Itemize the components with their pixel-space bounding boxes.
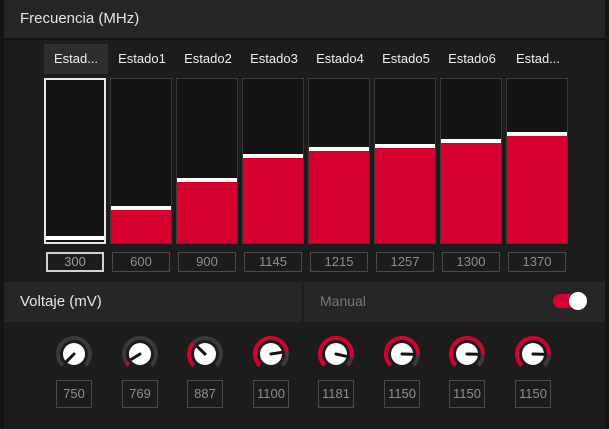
state-label: Estado5 xyxy=(382,51,430,66)
frequency-value-input[interactable]: 1145 xyxy=(244,252,302,272)
voltage-value-input[interactable]: 1100 xyxy=(253,380,289,408)
voltage-knob[interactable] xyxy=(251,334,291,374)
voltage-value-input[interactable]: 1181 xyxy=(318,380,354,408)
frequency-slider[interactable] xyxy=(176,78,238,244)
state-label: Estado3 xyxy=(250,51,298,66)
voltage-value-input[interactable]: 887 xyxy=(187,380,223,408)
knob-dial xyxy=(122,336,158,367)
state-label: Estad... xyxy=(44,44,108,74)
frequency-value-input[interactable]: 300 xyxy=(46,252,104,272)
voltage-knob[interactable] xyxy=(54,334,94,374)
voltage-value-input[interactable]: 769 xyxy=(122,380,158,408)
voltage-value-input[interactable]: 1150 xyxy=(384,380,420,408)
voltage-knob[interactable] xyxy=(513,334,553,374)
voltage-knob[interactable] xyxy=(382,334,422,374)
voltage-knob[interactable] xyxy=(316,334,356,374)
voltage-knob[interactable] xyxy=(447,334,487,374)
frequency-value-input[interactable]: 1370 xyxy=(508,252,566,272)
toggle-knob xyxy=(569,292,587,310)
frequency-value-input[interactable]: 1300 xyxy=(442,252,500,272)
manual-label: Manual xyxy=(320,293,366,309)
knob-dial xyxy=(384,335,420,367)
frequency-slider[interactable] xyxy=(308,78,370,244)
voltage-knob[interactable] xyxy=(120,334,160,374)
state-label: Estado1 xyxy=(118,51,166,66)
frequency-slider[interactable] xyxy=(242,78,304,244)
knob-pointer xyxy=(334,352,348,358)
frequency-slider[interactable] xyxy=(440,78,502,244)
voltage-value-input[interactable]: 750 xyxy=(56,380,92,408)
frequency-title: Frecuencia (MHz) xyxy=(20,10,140,27)
frequency-value-input[interactable]: 900 xyxy=(178,252,236,272)
slider-fill xyxy=(375,148,435,243)
frequency-value-input[interactable]: 600 xyxy=(112,252,170,272)
slider-fill xyxy=(441,143,501,243)
knob-dial xyxy=(449,335,485,367)
frequency-slider[interactable] xyxy=(374,78,436,244)
frequency-slider[interactable] xyxy=(44,78,106,244)
frequency-value-input[interactable]: 1257 xyxy=(376,252,434,272)
voltage-value-input[interactable]: 1150 xyxy=(449,380,485,408)
slider-fill xyxy=(111,210,171,243)
slider-handle[interactable] xyxy=(375,144,435,148)
slider-handle[interactable] xyxy=(309,147,369,151)
slider-fill xyxy=(507,136,567,243)
slider-handle[interactable] xyxy=(507,132,567,136)
state-label: Estado6 xyxy=(448,51,496,66)
knob-dial xyxy=(253,335,289,367)
frequency-value-input[interactable]: 1215 xyxy=(310,252,368,272)
knob-dial xyxy=(515,335,551,367)
knob-pointer xyxy=(269,350,283,356)
frequency-slider[interactable] xyxy=(110,78,172,244)
voltage-value-input[interactable]: 1150 xyxy=(515,380,551,408)
frequency-header: Frecuencia (MHz) xyxy=(4,0,605,40)
voltage-knob[interactable] xyxy=(185,334,225,374)
manual-header: Manual xyxy=(304,282,605,322)
slider-handle[interactable] xyxy=(46,236,104,240)
knob-dial xyxy=(56,336,92,367)
knob-dial xyxy=(318,336,354,367)
state-label: Estado4 xyxy=(316,51,364,66)
knob-active-arc xyxy=(187,341,196,367)
slider-fill xyxy=(309,151,369,243)
state-label: Estad... xyxy=(515,51,561,66)
slider-handle[interactable] xyxy=(441,139,501,143)
slider-handle[interactable] xyxy=(177,178,237,182)
slider-handle[interactable] xyxy=(243,154,303,158)
slider-fill xyxy=(177,182,237,243)
knob-dial xyxy=(187,336,223,367)
voltage-header: Voltaje (mV) xyxy=(4,282,302,322)
state-label: Estado2 xyxy=(184,51,232,66)
voltage-title: Voltaje (mV) xyxy=(20,293,102,310)
manual-toggle[interactable] xyxy=(553,292,587,310)
slider-fill xyxy=(243,158,303,243)
knob-active-arc xyxy=(124,361,131,367)
frequency-slider[interactable] xyxy=(506,78,568,244)
slider-handle[interactable] xyxy=(111,206,171,210)
